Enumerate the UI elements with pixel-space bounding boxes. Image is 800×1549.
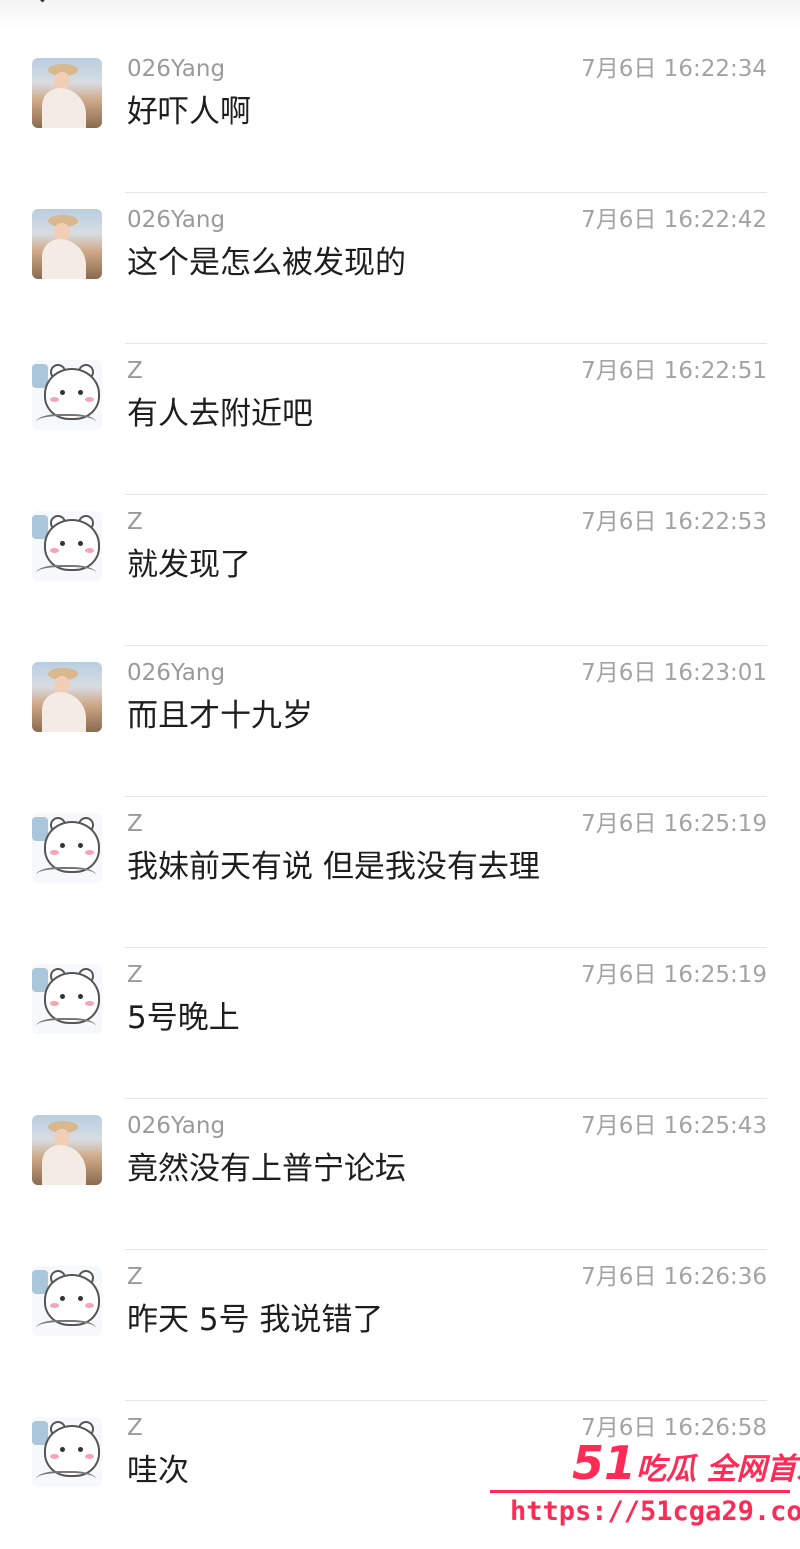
- chevron-left-icon: [30, 0, 55, 3]
- avatar-eye: [60, 843, 65, 848]
- back-button[interactable]: [20, 0, 60, 18]
- avatar[interactable]: [32, 58, 102, 128]
- message-timestamp: 7月6日 16:25:43: [581, 1113, 767, 1139]
- message-timestamp: 7月6日 16:22:42: [581, 207, 767, 233]
- avatar-blush: [50, 548, 59, 553]
- avatar-blush: [85, 1001, 94, 1006]
- message-text: 有人去附近吧: [127, 396, 313, 432]
- message-timestamp: 7月6日 16:25:19: [581, 811, 767, 837]
- sender-name: Z: [127, 811, 143, 837]
- message-row[interactable]: 026Yang 7月6日 16:22:42 这个是怎么被发现的: [0, 193, 800, 344]
- avatar-head: [44, 821, 100, 873]
- avatar-dress: [42, 88, 86, 128]
- message-row[interactable]: Z 7月6日 16:26:58 哇次: [0, 1401, 800, 1549]
- message-timestamp: 7月6日 16:26:58: [581, 1415, 767, 1441]
- sender-name: Z: [127, 1264, 143, 1290]
- message-row[interactable]: Z 7月6日 16:22:51 有人去附近吧: [0, 344, 800, 495]
- avatar-blush: [50, 1454, 59, 1459]
- message-text: 就发现了: [127, 547, 251, 583]
- avatar-eye: [60, 994, 65, 999]
- message-row[interactable]: 026Yang 7月6日 16:22:34 好吓人啊: [0, 42, 800, 193]
- avatar[interactable]: [32, 813, 102, 883]
- avatar-blush: [50, 850, 59, 855]
- avatar-head: [44, 1425, 100, 1477]
- sender-name: Z: [127, 358, 143, 384]
- avatar-head: [44, 519, 100, 571]
- avatar[interactable]: [32, 360, 102, 430]
- avatar-blush: [85, 548, 94, 553]
- message-timestamp: 7月6日 16:22:34: [581, 56, 767, 82]
- message-row[interactable]: 026Yang 7月6日 16:23:01 而且才十九岁: [0, 646, 800, 797]
- message-timestamp: 7月6日 16:22:51: [581, 358, 767, 384]
- sender-name: 026Yang: [127, 56, 226, 82]
- sender-name: Z: [127, 509, 143, 535]
- avatar[interactable]: [32, 1115, 102, 1185]
- avatar-eye: [78, 390, 83, 395]
- avatar-eye: [60, 1447, 65, 1452]
- avatar-body: [36, 414, 96, 430]
- message-text: 好吓人啊: [127, 94, 251, 130]
- avatar-blush: [50, 1303, 59, 1308]
- message-text: 哇次: [127, 1453, 189, 1489]
- chat-history-page: 026Yang 7月6日 16:22:34 好吓人啊 026Yang 7月6日 16:2…: [0, 0, 800, 1549]
- message-timestamp: 7月6日 16:23:01: [581, 660, 767, 686]
- avatar[interactable]: [32, 964, 102, 1034]
- avatar-eye: [78, 843, 83, 848]
- sender-name: 026Yang: [127, 207, 226, 233]
- avatar-eye: [78, 1447, 83, 1452]
- avatar-eye: [78, 1296, 83, 1301]
- avatar-dress: [42, 692, 86, 732]
- sender-name: 026Yang: [127, 660, 226, 686]
- message-text: 5号晚上: [127, 1000, 240, 1036]
- message-timestamp: 7月6日 16:26:36: [581, 1264, 767, 1290]
- message-text: 我妹前天有说 但是我没有去理: [127, 849, 540, 885]
- avatar-eye: [78, 994, 83, 999]
- avatar-head: [44, 368, 100, 420]
- message-text: 这个是怎么被发现的: [127, 245, 406, 281]
- avatar-eye: [60, 541, 65, 546]
- message-text: 昨天 5号 我说错了: [127, 1302, 384, 1338]
- avatar-head: [44, 972, 100, 1024]
- avatar[interactable]: [32, 511, 102, 581]
- avatar-blush: [85, 1454, 94, 1459]
- avatar-blush: [85, 1303, 94, 1308]
- avatar-eye: [60, 390, 65, 395]
- avatar-body: [36, 565, 96, 581]
- avatar[interactable]: [32, 1417, 102, 1487]
- avatar-dress: [42, 1145, 86, 1185]
- message-timestamp: 7月6日 16:22:53: [581, 509, 767, 535]
- avatar-eye: [60, 1296, 65, 1301]
- avatar-blush: [50, 397, 59, 402]
- message-row[interactable]: Z 7月6日 16:25:19 我妹前天有说 但是我没有去理: [0, 797, 800, 948]
- message-row[interactable]: Z 7月6日 16:26:36 昨天 5号 我说错了: [0, 1250, 800, 1401]
- avatar-blush: [85, 850, 94, 855]
- message-text: 而且才十九岁: [127, 698, 313, 734]
- avatar-head: [44, 1274, 100, 1326]
- avatar-body: [36, 1471, 96, 1487]
- avatar-dress: [42, 239, 86, 279]
- avatar-blush: [85, 397, 94, 402]
- avatar-blush: [50, 1001, 59, 1006]
- avatar-body: [36, 1018, 96, 1034]
- message-row[interactable]: Z 7月6日 16:25:19 5号晚上: [0, 948, 800, 1099]
- avatar[interactable]: [32, 662, 102, 732]
- avatar[interactable]: [32, 209, 102, 279]
- avatar-body: [36, 1320, 96, 1336]
- avatar-body: [36, 867, 96, 883]
- avatar-eye: [78, 541, 83, 546]
- sender-name: 026Yang: [127, 1113, 226, 1139]
- message-row[interactable]: Z 7月6日 16:22:53 就发现了: [0, 495, 800, 646]
- message-text: 竟然没有上普宁论坛: [127, 1151, 406, 1187]
- sender-name: Z: [127, 1415, 143, 1441]
- sender-name: Z: [127, 962, 143, 988]
- header-bar: [0, 0, 800, 30]
- message-row[interactable]: 026Yang 7月6日 16:25:43 竟然没有上普宁论坛: [0, 1099, 800, 1250]
- message-timestamp: 7月6日 16:25:19: [581, 962, 767, 988]
- avatar[interactable]: [32, 1266, 102, 1336]
